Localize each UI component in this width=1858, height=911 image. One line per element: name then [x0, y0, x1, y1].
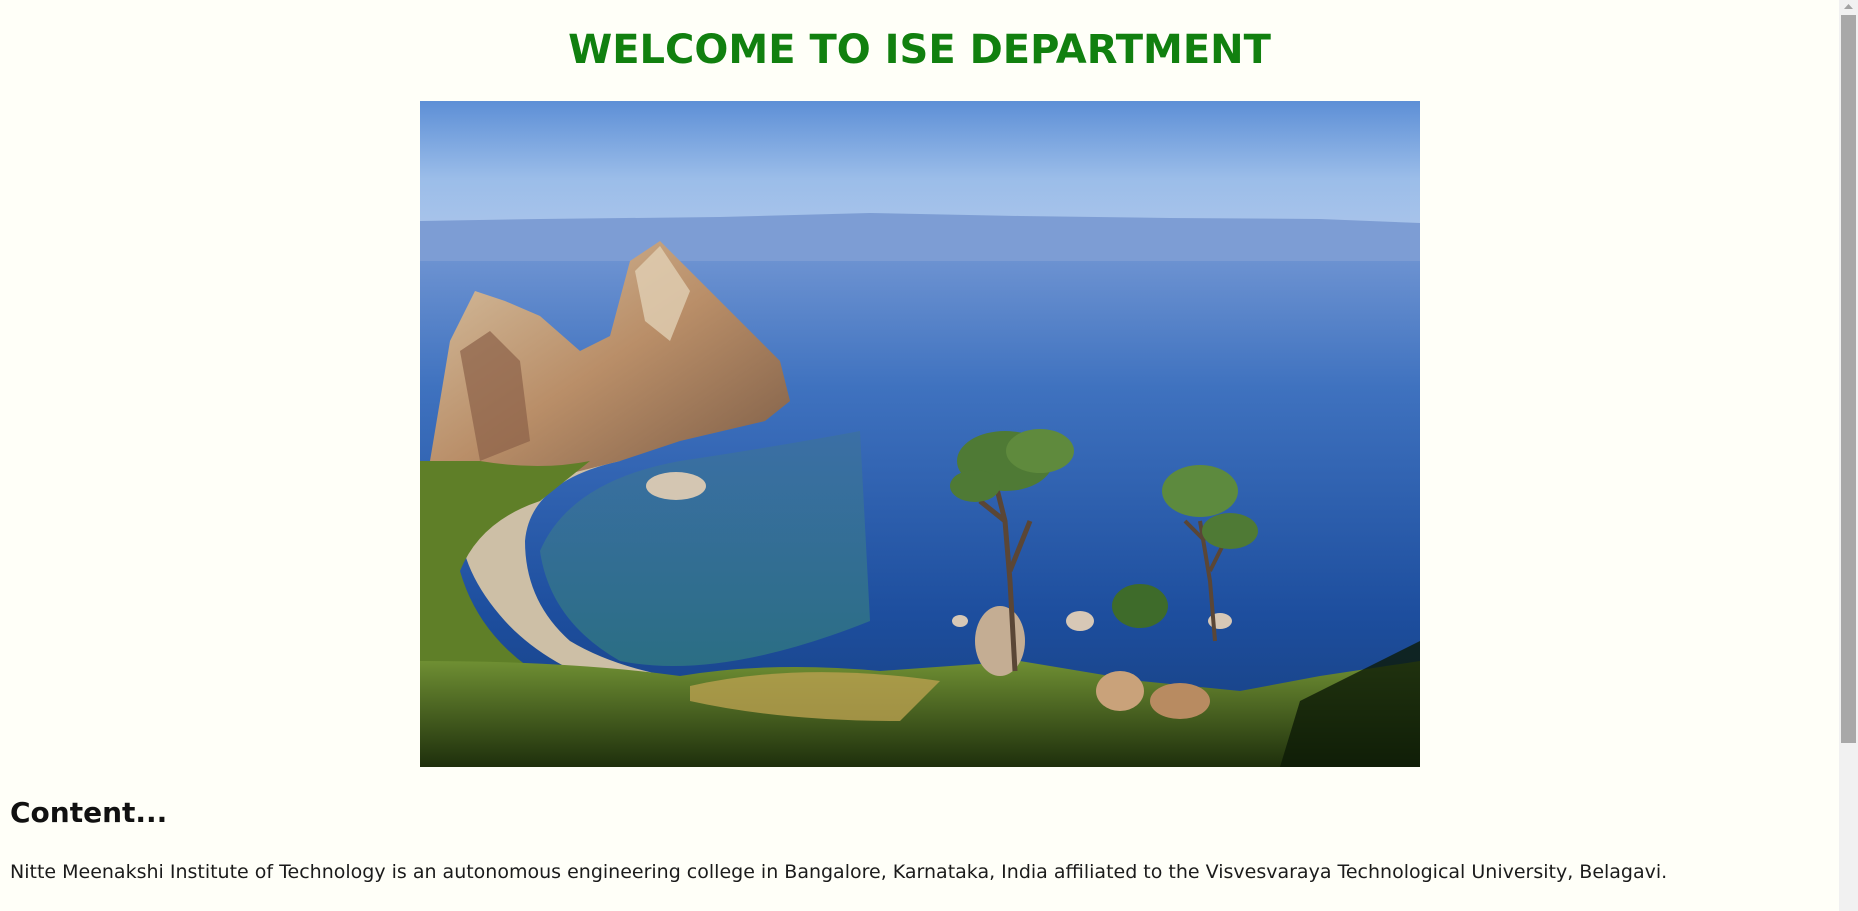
triangle-up-icon[interactable]	[1839, 0, 1858, 14]
landscape-illustration	[420, 101, 1420, 767]
content-heading: Content...	[10, 796, 168, 829]
page-viewport: WELCOME TO ISE DEPARTMENT Content... Nit…	[0, 0, 1839, 911]
vertical-scrollbar[interactable]	[1839, 0, 1858, 911]
page-title: WELCOME TO ISE DEPARTMENT	[568, 27, 1271, 73]
hero-image	[420, 101, 1420, 767]
content-paragraph: Nitte Meenakshi Institute of Technology …	[10, 861, 1668, 883]
scrollbar-thumb[interactable]	[1841, 15, 1856, 743]
